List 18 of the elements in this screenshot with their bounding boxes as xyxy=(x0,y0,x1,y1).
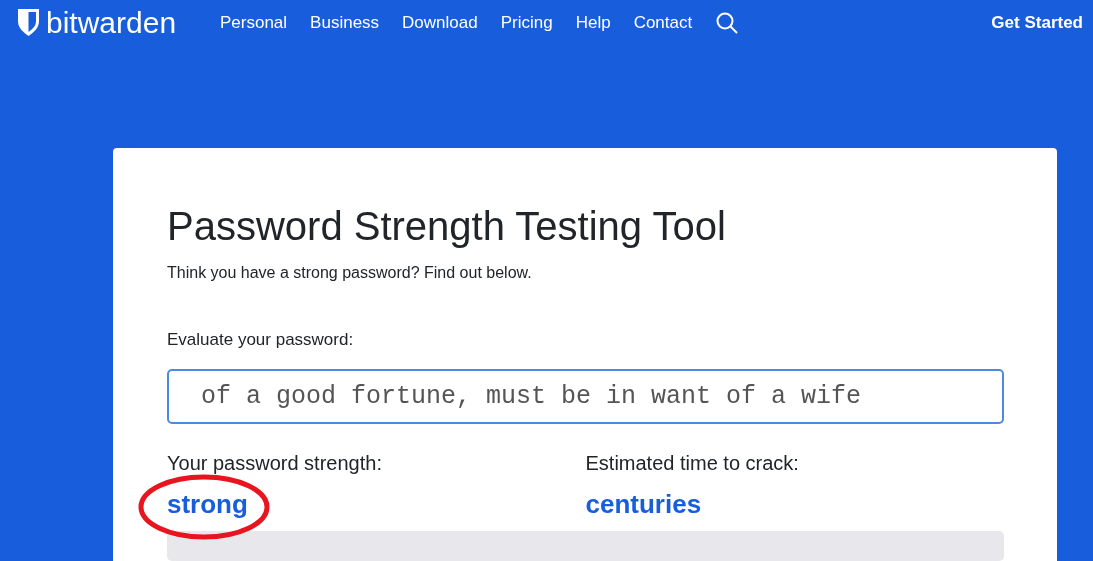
result-label: Your password strength: xyxy=(167,451,383,475)
result-value: centuries xyxy=(585,489,702,519)
nav-link[interactable]: Business xyxy=(310,10,380,36)
nav-link[interactable]: Help xyxy=(575,10,611,36)
nav-link[interactable]: Pricing xyxy=(500,10,553,36)
nav-link[interactable]: Download xyxy=(402,10,478,36)
shield-logo-icon xyxy=(17,8,40,38)
search-icon[interactable] xyxy=(715,10,740,35)
brand-logo[interactable]: bitwarden xyxy=(46,7,196,38)
password-field[interactable]: of a good fortune, must be in want of a wife xyxy=(167,369,1004,424)
get-started-link[interactable]: Get Started xyxy=(991,10,1083,36)
subtitle: Think you have a strong password? Find out below. xyxy=(167,262,533,283)
result-value: strong xyxy=(167,489,248,519)
page-title: Password Strength Testing Tool xyxy=(167,202,727,250)
field-label: Evaluate your password: xyxy=(167,328,355,351)
nav-link[interactable]: Contact xyxy=(633,10,693,36)
result-label: Estimated time to crack: xyxy=(585,451,800,475)
nav-link[interactable]: Personal xyxy=(220,10,288,36)
